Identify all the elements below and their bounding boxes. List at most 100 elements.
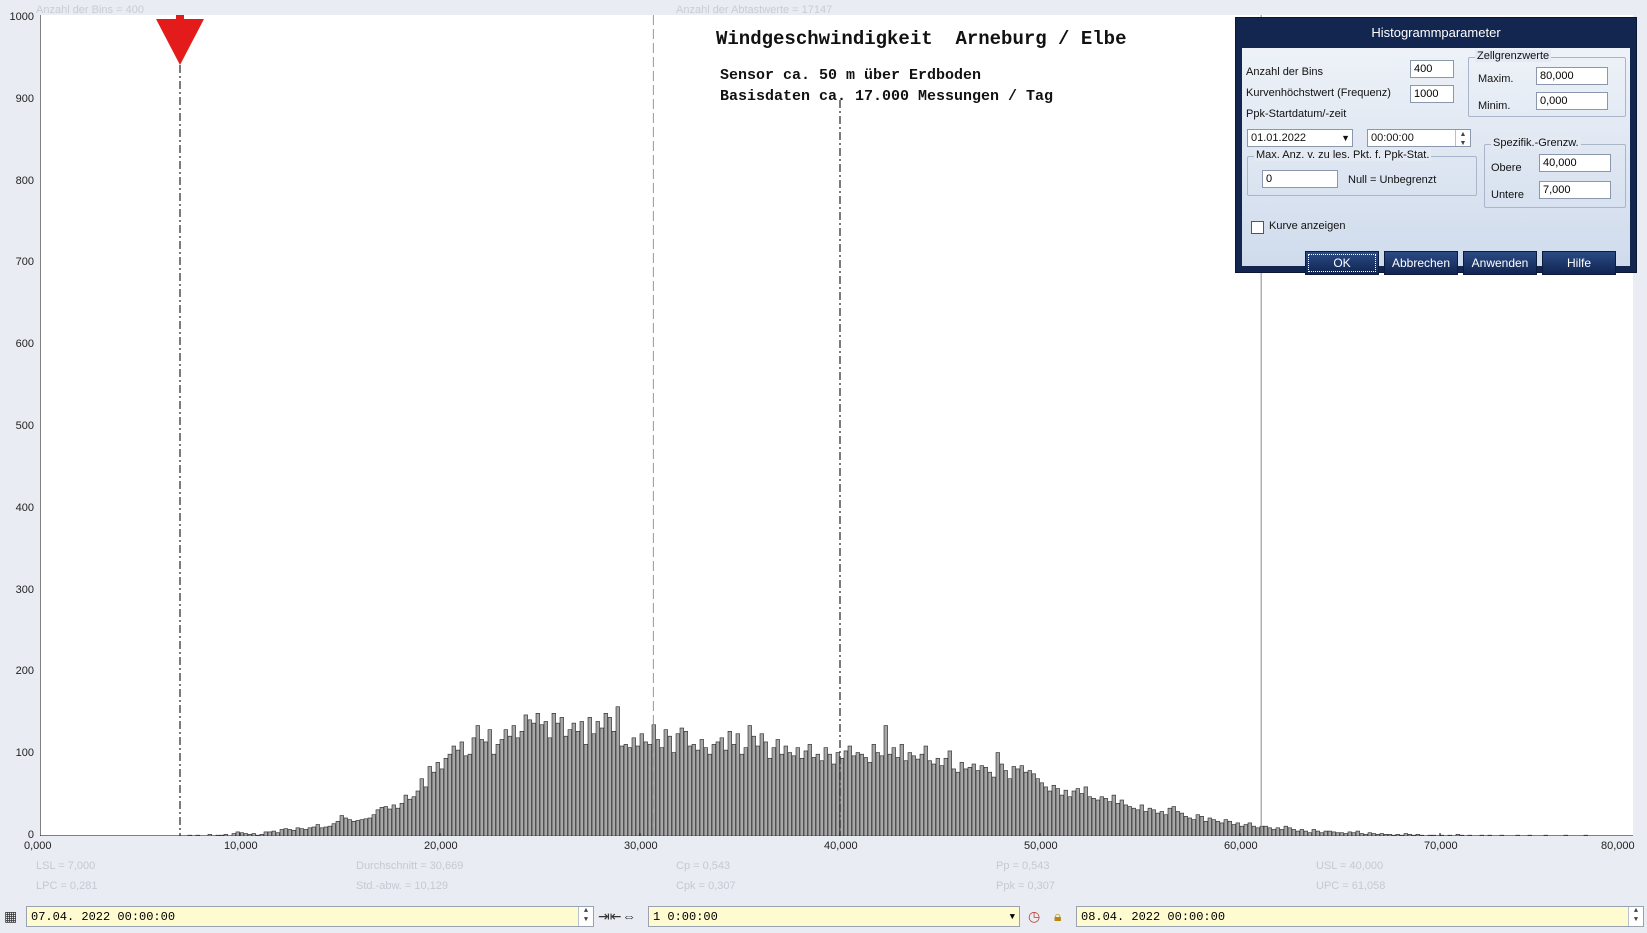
stat-usl: USL = 40,000 xyxy=(1316,860,1384,872)
x-tick-label: 30,000 xyxy=(624,840,658,852)
histogram-bar xyxy=(691,744,696,836)
spin-down-icon[interactable]: ▼ xyxy=(1456,139,1470,148)
calendar-icon[interactable]: ▦ xyxy=(4,908,17,925)
histogram-bar xyxy=(1319,832,1324,836)
histogram-bar xyxy=(495,744,500,836)
histogram-bar xyxy=(1327,830,1332,836)
maxpoints-title: Max. Anz. v. zu les. Pkt. f. Ppk-Stat. xyxy=(1254,149,1432,161)
interval-select[interactable]: 1 0:00:00 ▼ xyxy=(648,906,1020,927)
start-time-input[interactable]: 00:00:00 ▲ ▼ xyxy=(1367,129,1471,147)
histogram-bar xyxy=(819,760,824,836)
chart-subtitle-2: Basisdaten ca. 17.000 Messungen / Tag xyxy=(720,88,1054,105)
histogram-bar xyxy=(719,737,724,836)
histogram-bar xyxy=(1035,778,1040,836)
histogram-bar xyxy=(1243,824,1248,836)
bottom-toolbar: ▦ 07.04. 2022 00:00:00 ▲ ▼ ⇥⇤ ⇔ 1 0:00:00… xyxy=(0,905,1647,933)
histogram-bar xyxy=(515,737,520,836)
show-curve-checkbox[interactable] xyxy=(1251,221,1264,234)
histogram-bar xyxy=(1331,831,1336,836)
histogram-bar xyxy=(551,712,556,836)
histogram-bar xyxy=(891,747,896,836)
histogram-bar xyxy=(219,834,224,836)
histogram-bar xyxy=(731,744,736,836)
histogram-bar xyxy=(1467,834,1472,836)
curvemax-label: Kurvenhöchstwert (Frequenz) xyxy=(1246,87,1391,99)
start-spinner[interactable]: ▲ ▼ xyxy=(578,907,593,926)
histogram-bar xyxy=(655,739,660,836)
min-input[interactable] xyxy=(1536,92,1608,110)
stat-lpc: LPC = 0,281 xyxy=(36,880,98,892)
spin-up-icon[interactable]: ▲ xyxy=(579,907,593,916)
spin-up-icon[interactable]: ▲ xyxy=(1629,907,1643,916)
histogram-bar xyxy=(579,721,584,836)
cell-limits-title: Zellgrenzwerte xyxy=(1475,50,1552,62)
clock-icon[interactable]: ◷ xyxy=(1028,908,1040,925)
histogram-bar xyxy=(1339,832,1344,836)
histogram-bar xyxy=(931,763,936,836)
spin-down-icon[interactable]: ▼ xyxy=(1629,916,1643,925)
cancel-button[interactable]: Abbrechen xyxy=(1384,251,1458,275)
start-date-select[interactable]: 01.01.2022 ▼ xyxy=(1247,129,1353,147)
expand-arrows-icon[interactable]: ⇔ xyxy=(622,908,636,924)
collapse-arrows-icon[interactable]: ⇥⇤ xyxy=(598,908,621,925)
histogram-bar xyxy=(847,745,852,836)
histogram-bar xyxy=(1231,824,1236,836)
histogram-bar xyxy=(723,749,728,836)
histogram-bar xyxy=(1131,807,1136,836)
histogram-bar xyxy=(295,827,300,836)
histogram-bar xyxy=(683,730,688,836)
spin-down-icon[interactable]: ▼ xyxy=(579,916,593,925)
histogram-bar xyxy=(539,724,544,836)
histogram-bar xyxy=(347,819,352,836)
histogram-bar xyxy=(763,741,768,836)
histogram-bar xyxy=(663,729,668,836)
maxpoints-input[interactable] xyxy=(1262,170,1338,188)
histogram-bar xyxy=(751,735,756,836)
histogram-bar xyxy=(503,729,508,836)
histogram-bar xyxy=(1563,834,1568,836)
histogram-bar xyxy=(707,753,712,836)
bins-input[interactable] xyxy=(1410,60,1454,78)
time-spinner[interactable]: ▲ ▼ xyxy=(1455,130,1470,148)
histogram-bar xyxy=(1211,819,1216,836)
histogram-bar xyxy=(1207,817,1212,836)
apply-button[interactable]: Anwenden xyxy=(1463,251,1537,275)
histogram-bar xyxy=(491,753,496,836)
histogram-bar xyxy=(331,823,336,836)
histogram-bar xyxy=(1479,834,1484,836)
chevron-down-icon[interactable]: ▼ xyxy=(1010,907,1015,928)
end-spinner[interactable]: ▲ ▼ xyxy=(1628,907,1643,926)
curvemax-input[interactable] xyxy=(1410,85,1454,103)
upper-limit-input[interactable] xyxy=(1539,154,1611,172)
histogram-bar xyxy=(1155,812,1160,836)
y-tick-label: 600 xyxy=(15,338,34,351)
histogram-bar xyxy=(807,744,812,836)
histogram-bar xyxy=(1251,825,1256,836)
histogram-bar xyxy=(499,739,504,836)
histogram-bar xyxy=(775,739,780,836)
histogram-bar xyxy=(1015,768,1020,836)
histogram-bar xyxy=(1367,832,1372,836)
lock-icon[interactable]: 🔒︎ xyxy=(1054,908,1061,925)
help-button[interactable]: Hilfe xyxy=(1542,251,1616,275)
histogram-bar xyxy=(1455,834,1460,836)
chevron-down-icon[interactable]: ▼ xyxy=(1341,130,1350,146)
histogram-bar xyxy=(267,831,272,836)
histogram-bar xyxy=(1151,809,1156,836)
end-datetime-field[interactable]: 08.04. 2022 00:00:00 ▲ ▼ xyxy=(1076,906,1644,927)
show-curve-label: Kurve anzeigen xyxy=(1269,220,1346,232)
max-input[interactable] xyxy=(1536,67,1608,85)
histogram-bar xyxy=(1099,796,1104,836)
histogram-bar xyxy=(195,834,200,836)
histogram-bar xyxy=(675,733,680,836)
histogram-bar xyxy=(715,741,720,836)
start-datetime-field[interactable]: 07.04. 2022 00:00:00 ▲ ▼ xyxy=(26,906,594,927)
histogram-bar xyxy=(1059,794,1064,836)
start-datetime-value: 07.04. 2022 00:00:00 xyxy=(31,910,176,924)
lower-limit-input[interactable] xyxy=(1539,181,1611,199)
histogram-bar xyxy=(659,747,664,836)
ok-button[interactable]: OK xyxy=(1305,251,1379,275)
histogram-bar xyxy=(455,749,460,836)
spin-up-icon[interactable]: ▲ xyxy=(1456,130,1470,139)
histogram-bar xyxy=(903,760,908,836)
